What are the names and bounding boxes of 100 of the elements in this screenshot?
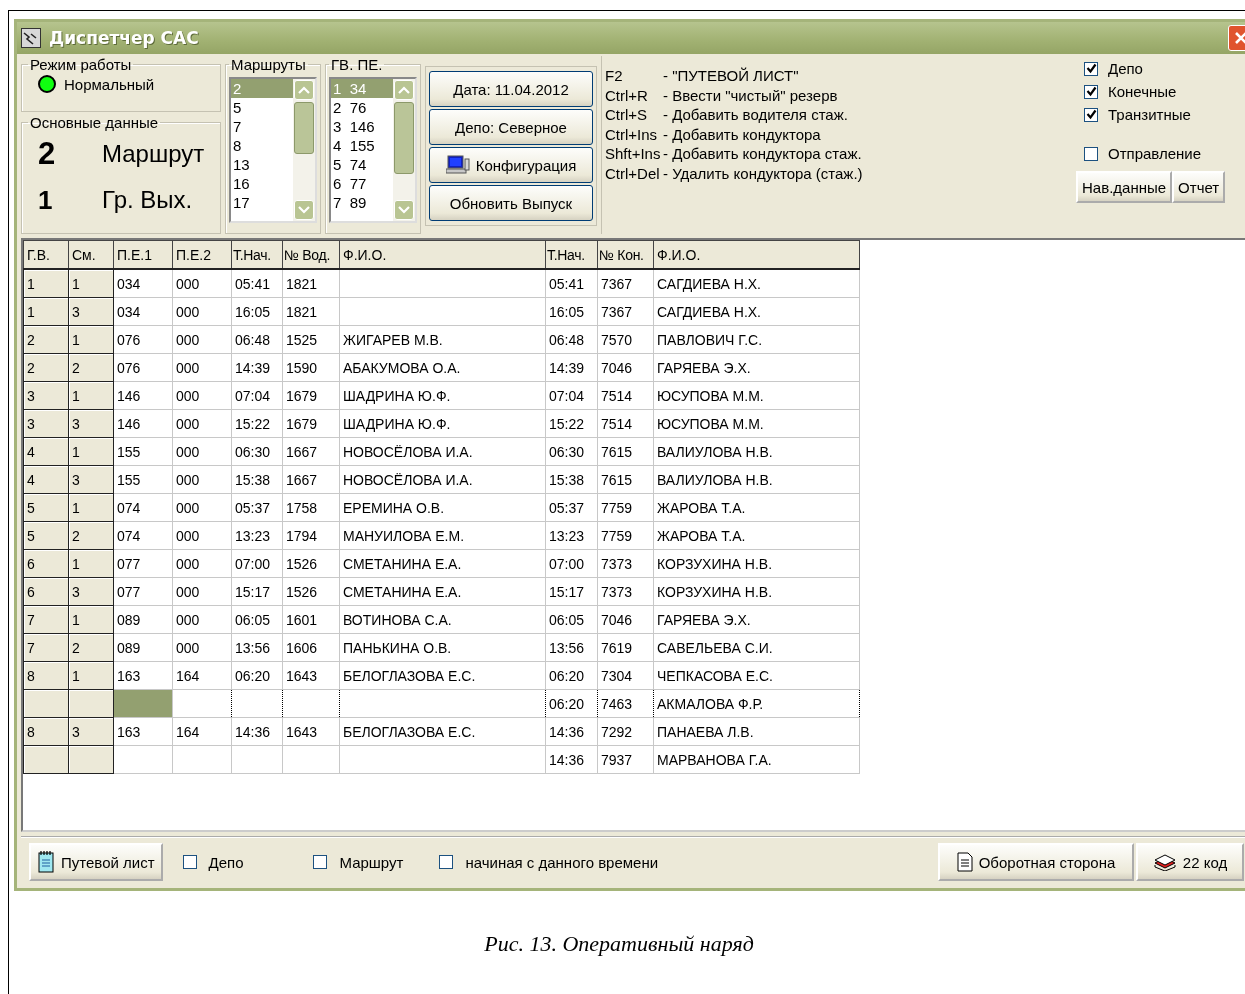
table-cell[interactable]: 7615 (597, 465, 654, 494)
checkbox[interactable] (313, 855, 328, 869)
list-item[interactable]: 7 (231, 117, 293, 136)
table-cell[interactable]: ЧЕПКАСОВА Е.С. (653, 661, 860, 690)
action-button[interactable]: Дата: 11.04.2012 (429, 71, 593, 107)
column-header[interactable]: Т.Нач. (545, 240, 598, 269)
table-cell[interactable]: 3 (23, 381, 69, 410)
table-cell[interactable]: НОВОСЁЛОВА И.А. (339, 465, 546, 494)
table-cell[interactable]: 15:17 (231, 577, 283, 606)
table-cell[interactable]: 1794 (282, 521, 340, 550)
scrollbar[interactable] (293, 79, 315, 221)
table-cell[interactable]: 05:37 (545, 493, 598, 522)
table-cell[interactable]: 034 (113, 297, 173, 326)
table-cell[interactable]: 7759 (597, 521, 654, 550)
table-cell[interactable]: 6 (23, 549, 69, 578)
table-cell[interactable]: 7 (23, 605, 69, 634)
waybill-button[interactable]: Путевой лист (29, 843, 163, 881)
column-header[interactable]: П.Е.1 (113, 240, 173, 269)
table-cell[interactable]: ПАВЛОВИЧ Г.С. (653, 325, 860, 354)
table-cell[interactable]: ЕРЕМИНА О.В. (339, 493, 546, 522)
table-cell[interactable]: 1525 (282, 325, 340, 354)
table-cell[interactable]: 07:04 (231, 381, 283, 410)
table-cell[interactable]: 06:30 (545, 437, 598, 466)
table-cell[interactable]: СМЕТАНИНА Е.А. (339, 577, 546, 606)
column-header[interactable]: Г.В. (23, 240, 69, 269)
list-item[interactable]: 3 146 (331, 117, 393, 136)
list-item[interactable]: 2 76 (331, 98, 393, 117)
column-header[interactable]: Ф.И.О. (653, 240, 860, 269)
table-cell[interactable]: АБАКУМОВА О.А. (339, 353, 546, 382)
table-cell[interactable]: 7046 (597, 605, 654, 634)
column-header[interactable]: № Вод. (282, 240, 340, 269)
table-cell[interactable] (23, 745, 69, 774)
table-cell[interactable]: 164 (172, 661, 232, 690)
list-item[interactable]: 16 (231, 174, 293, 193)
column-header[interactable]: Т.Нач. (231, 240, 283, 269)
table-cell[interactable]: 06:48 (545, 325, 598, 354)
table-cell[interactable]: 7514 (597, 381, 654, 410)
table-cell[interactable]: ЮСУПОВА М.М. (653, 381, 860, 410)
table-cell[interactable]: 14:39 (231, 353, 283, 382)
table-cell[interactable]: САВЕЛЬЕВА С.И. (653, 633, 860, 662)
scroll-thumb[interactable] (394, 102, 414, 174)
table-cell[interactable]: 1758 (282, 493, 340, 522)
table-cell[interactable]: 1679 (282, 409, 340, 438)
checkbox[interactable] (182, 855, 197, 869)
table-cell[interactable]: 14:36 (231, 717, 283, 746)
table-cell[interactable]: ЖАРОВА Т.А. (653, 521, 860, 550)
table-cell[interactable]: 000 (172, 521, 232, 550)
table-cell[interactable]: 000 (172, 325, 232, 354)
list-item[interactable]: 4 155 (331, 136, 393, 155)
table-cell[interactable]: ПАНАЕВА Л.В. (653, 717, 860, 746)
table-cell[interactable]: СМЕТАНИНА Е.А. (339, 549, 546, 578)
table-cell[interactable]: 1 (23, 269, 69, 298)
table-cell[interactable]: 7 (23, 633, 69, 662)
table-cell[interactable]: 7514 (597, 409, 654, 438)
table-cell[interactable]: НОВОСЁЛОВА И.А. (339, 437, 546, 466)
scrollbar[interactable] (393, 79, 415, 221)
table-cell[interactable]: 074 (113, 493, 173, 522)
table-cell[interactable]: 1601 (282, 605, 340, 634)
table-cell[interactable]: 15:38 (231, 465, 283, 494)
table-cell[interactable]: ЖИГАРЕВ М.В. (339, 325, 546, 354)
scroll-down-button[interactable] (294, 200, 314, 220)
table-cell[interactable]: 077 (113, 549, 173, 578)
table-cell[interactable]: 14:39 (545, 353, 598, 382)
column-header[interactable]: См. (68, 240, 114, 269)
table-cell[interactable]: 076 (113, 325, 173, 354)
table-cell[interactable]: 05:37 (231, 493, 283, 522)
table-cell[interactable]: 06:05 (231, 605, 283, 634)
table-cell[interactable]: ВАЛИУЛОВА Н.В. (653, 465, 860, 494)
table-cell[interactable]: 1 (23, 297, 69, 326)
table-cell[interactable]: ГАРЯЕВА Э.Х. (653, 353, 860, 382)
table-cell[interactable]: 06:20 (545, 661, 598, 690)
table-cell[interactable]: ПАНЬКИНА О.В. (339, 633, 546, 662)
table-cell[interactable]: 7304 (597, 661, 654, 690)
table-cell[interactable]: 7292 (597, 717, 654, 746)
table-cell[interactable]: 1526 (282, 549, 340, 578)
table-cell[interactable]: ГАРЯЕВА Э.Х. (653, 605, 860, 634)
table-cell[interactable]: 1643 (282, 717, 340, 746)
table-cell[interactable]: 077 (113, 577, 173, 606)
checkbox[interactable] (1084, 146, 1098, 161)
table-cell[interactable]: 5 (23, 521, 69, 550)
table-cell[interactable]: 034 (113, 269, 173, 298)
list-item[interactable]: 5 (231, 98, 293, 117)
table-cell[interactable]: 8 (23, 661, 69, 690)
table-cell[interactable]: 089 (113, 605, 173, 634)
table-cell[interactable]: САГДИЕВА Н.Х. (653, 269, 860, 298)
table-cell[interactable]: ШАДРИНА Ю.Ф. (339, 409, 546, 438)
list-item[interactable]: 13 (231, 155, 293, 174)
table-cell[interactable]: КОРЗУХИНА Н.В. (653, 577, 860, 606)
table-cell[interactable]: 7046 (597, 353, 654, 382)
scroll-up-button[interactable] (394, 80, 414, 100)
table-cell[interactable]: 164 (172, 717, 232, 746)
checkbox[interactable] (1084, 107, 1098, 122)
table-cell[interactable]: 15:22 (545, 409, 598, 438)
table-cell[interactable]: 14:36 (545, 717, 598, 746)
table-cell[interactable]: 06:20 (231, 661, 283, 690)
table-cell[interactable]: 4 (23, 437, 69, 466)
table-cell[interactable]: 000 (172, 409, 232, 438)
table-cell[interactable]: 1679 (282, 381, 340, 410)
table-cell[interactable]: 5 (23, 493, 69, 522)
table-cell[interactable]: 7373 (597, 577, 654, 606)
